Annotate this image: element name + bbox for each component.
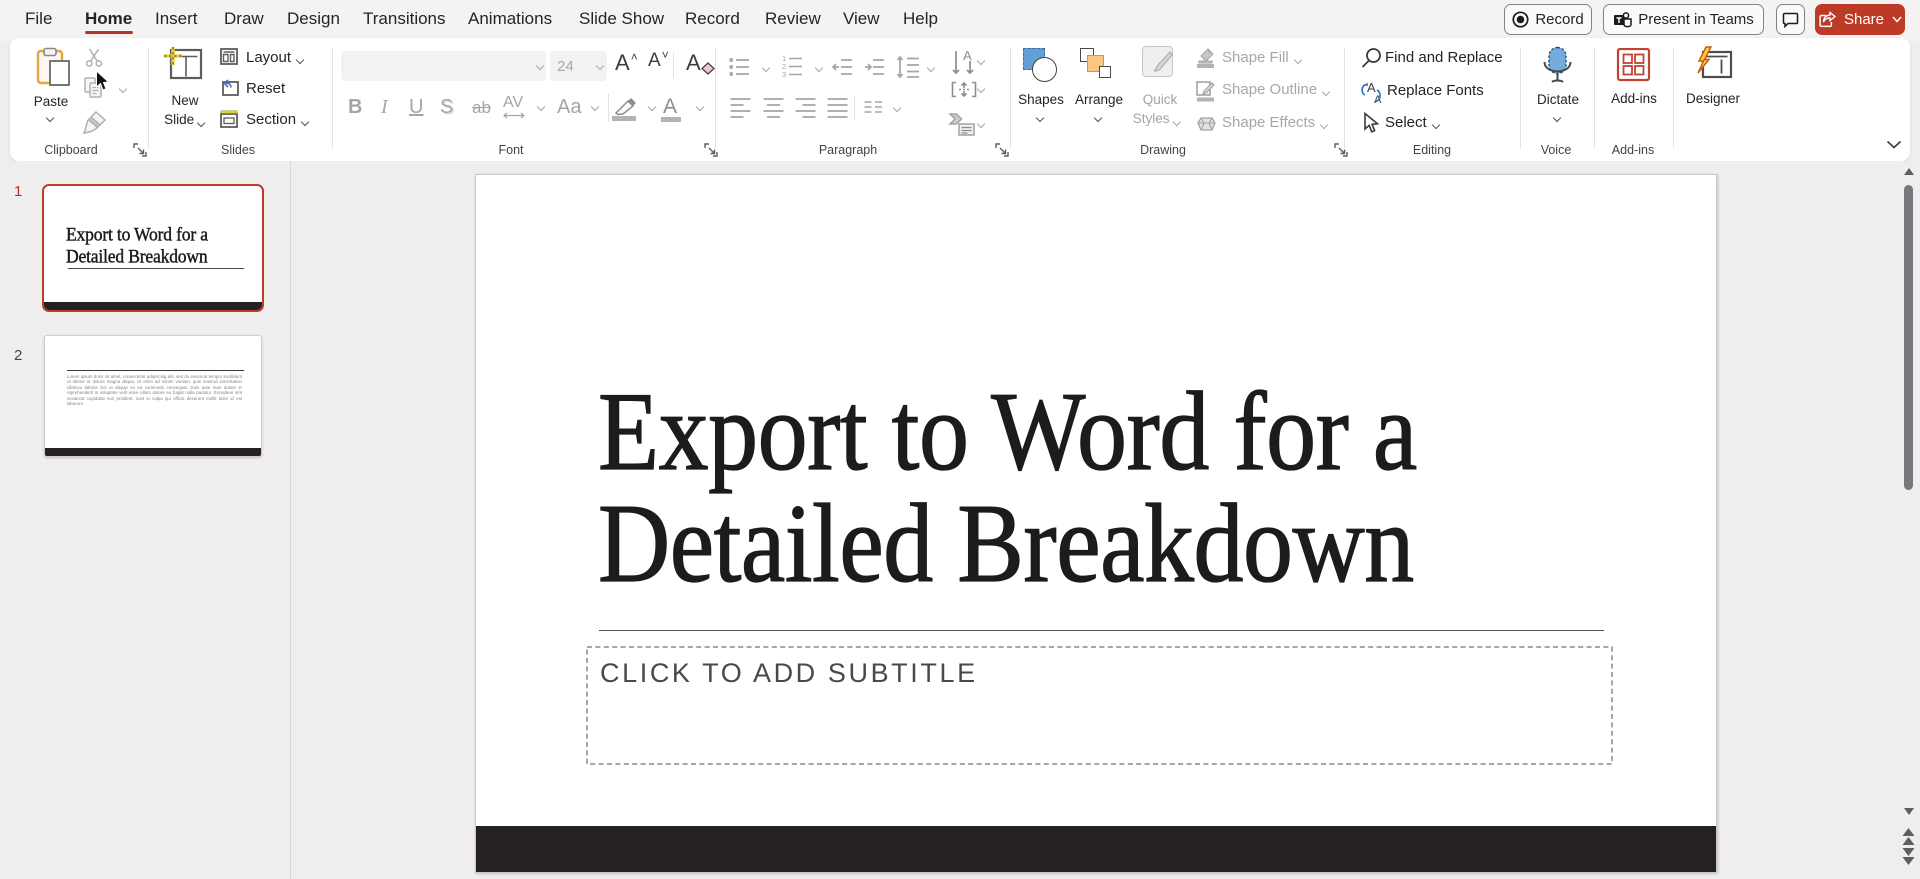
svg-text:A: A [1367, 81, 1376, 95]
svg-text:A: A [963, 49, 972, 63]
svg-text:3: 3 [782, 70, 786, 79]
